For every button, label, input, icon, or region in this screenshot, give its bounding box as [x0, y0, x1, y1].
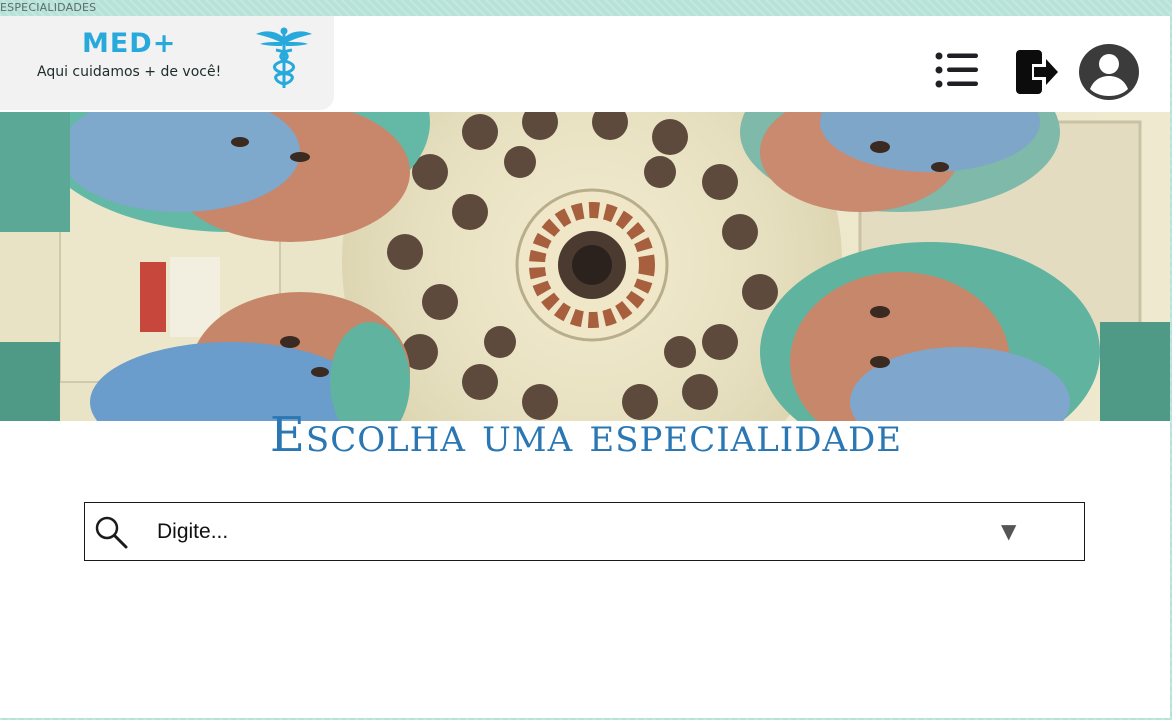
page-frame: ESPECIALIDADES MED+ Aqui cuidamos + de v…	[0, 0, 1172, 720]
app-window: MED+ Aqui cuidamos + de você!	[0, 16, 1170, 718]
brand-tagline: Aqui cuidamos + de você!	[37, 64, 222, 80]
header: MED+ Aqui cuidamos + de você!	[0, 16, 1170, 112]
brand-name: MED+	[82, 28, 177, 59]
window-title: ESPECIALIDADES	[0, 1, 97, 14]
logo[interactable]: MED+ Aqui cuidamos + de você!	[0, 16, 334, 110]
user-avatar-icon[interactable]	[1078, 43, 1140, 101]
caduceus-icon	[256, 27, 312, 88]
page-title: Escolha uma especialidade	[269, 407, 903, 463]
search-icon	[95, 516, 128, 549]
triangle-down-icon[interactable]: ▼	[1001, 519, 1016, 543]
specialty-search-box[interactable]: ▼	[84, 502, 1085, 561]
specialty-search-input[interactable]	[157, 513, 977, 551]
logout-icon[interactable]	[1012, 48, 1060, 96]
list-menu-icon[interactable]	[934, 50, 980, 92]
hero-image	[0, 112, 1170, 421]
